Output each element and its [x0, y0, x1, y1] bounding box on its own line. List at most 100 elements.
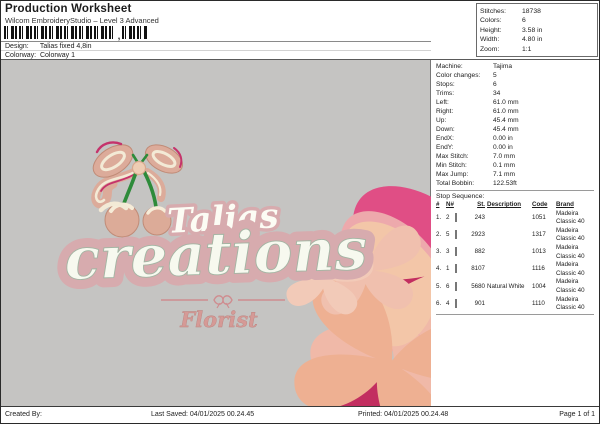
stop-row-swatch-cell [455, 214, 466, 223]
stats-row: Height:3.58 in [480, 27, 594, 34]
machine-row-label: Left: [436, 98, 493, 107]
stop-row-code: 1051 [532, 214, 556, 223]
stop-row-num: 4. [436, 265, 446, 274]
stop-row-num: 2. [436, 231, 446, 240]
stop-row-num: 3. [436, 248, 446, 257]
stats-row-value: 3.58 in [522, 27, 542, 34]
machine-row: Machine:Tajima [436, 62, 599, 71]
stop-row-swatch-cell [455, 283, 466, 292]
panel-divider-line [436, 190, 594, 191]
machine-row: EndX:0.00 in [436, 134, 599, 143]
machine-row: EndY:0.00 in [436, 143, 599, 152]
stats-row-value: 18738 [522, 8, 541, 15]
stop-col-header: St. [466, 201, 487, 210]
page-footer: Created By: Last Saved: 04/01/2025 00.24… [1, 406, 599, 423]
machine-row-label: Stops: [436, 80, 493, 89]
machine-row: Down:45.4 mm [436, 125, 599, 134]
machine-row-value: 122.53ft [493, 179, 517, 188]
machine-row-label: Total Bobbin: [436, 179, 493, 188]
machine-row-label: EndX: [436, 134, 493, 143]
stop-row-stitches: 8107 [466, 265, 487, 274]
stop-sequence-title: Stop Sequence: [436, 192, 599, 201]
machine-row: Up:45.4 mm [436, 116, 599, 125]
stop-col-header: # [436, 201, 446, 210]
machine-row-value: 7.1 mm [493, 170, 515, 179]
design-value: Talias fixed 4,8in [40, 43, 92, 50]
design-name-row: Design: Talias fixed 4,8in [5, 43, 92, 50]
machine-row-value: Tajima [493, 62, 512, 71]
stats-row-value: 1:1 [522, 46, 531, 53]
machine-row-label: EndY: [436, 143, 493, 152]
stats-row: Width:4.80 in [480, 36, 594, 43]
machine-row-value: 61.0 mm [493, 98, 519, 107]
stop-row-stitches: 901 [466, 300, 487, 309]
stats-row: Stitches:18738 [480, 8, 594, 15]
machine-row-value: 45.4 mm [493, 116, 519, 125]
stop-row-num: 1. [436, 214, 446, 223]
machine-row: Stops:6 [436, 80, 599, 89]
stop-row-needle: 4 [446, 300, 455, 309]
thread-color-swatch [455, 282, 457, 291]
thread-color-swatch [455, 247, 457, 256]
stop-row-brand: Madeira Classic 40 [556, 296, 597, 313]
stop-row-swatch-cell [455, 265, 466, 274]
barcode-bars-right [122, 26, 148, 39]
stop-row-stitches: 5680 [466, 283, 487, 292]
stop-row-brand: Madeira Classic 40 [556, 227, 597, 244]
stats-row-label: Width: [480, 36, 522, 43]
stats-row-label: Zoom: [480, 46, 522, 53]
stop-row-stitches: 882 [466, 248, 487, 257]
stop-row-swatch-cell [455, 248, 466, 257]
stats-row: Zoom:1:1 [480, 46, 594, 53]
thread-color-swatch [455, 264, 457, 273]
stats-row: Colors:6 [480, 17, 594, 24]
machine-row: Color changes:5 [436, 71, 599, 80]
stop-row-needle: 6 [446, 283, 455, 292]
main-region: Talias creations creations Florist Machi… [1, 59, 599, 407]
stitch-preview-canvas: Talias creations creations Florist [1, 60, 431, 407]
machine-row: Min Stitch:0.1 mm [436, 161, 599, 170]
design-text-creations: creations [63, 215, 368, 294]
machine-info-list: Machine:TajimaColor changes:5Stops:6Trim… [436, 62, 599, 188]
stop-sequence-table: #N#St.DescriptionCodeBrand1.22431051Made… [436, 201, 597, 313]
machine-row-label: Max Stitch: [436, 152, 493, 161]
stop-row-description: Natural White [487, 283, 532, 292]
barcode-bars-left [4, 26, 116, 39]
design-label: Design: [5, 43, 38, 50]
embroidery-design-preview: Talias creations creations Florist [1, 60, 431, 410]
machine-row-label: Color changes: [436, 71, 493, 80]
stop-row-brand: Madeira Classic 40 [556, 244, 597, 261]
colorway-value: Colorway 1 [40, 52, 75, 59]
thread-color-swatch [455, 299, 457, 308]
created-by-label: Created By: [5, 411, 42, 418]
machine-row-label: Trims: [436, 89, 493, 98]
stop-row-swatch-cell [455, 300, 466, 309]
stop-row-needle: 5 [446, 231, 455, 240]
machine-row-value: 45.4 mm [493, 125, 519, 134]
stats-row-label: Stitches: [480, 8, 522, 15]
thread-color-swatch [455, 230, 457, 239]
machine-row-value: 0.00 in [493, 143, 513, 152]
stop-row-needle: 2 [446, 214, 455, 223]
stop-row-code: 1110 [532, 300, 556, 309]
stop-col-header: Brand [556, 201, 597, 210]
design-stats-box: Stitches:18738Colors:6Height:3.58 inWidt… [476, 3, 598, 57]
machine-row: Total Bobbin:122.53ft [436, 179, 599, 188]
stop-row-swatch-cell [455, 231, 466, 240]
machine-row-value: 7.0 mm [493, 152, 515, 161]
stats-row-label: Height: [480, 27, 522, 34]
last-saved-label: Last Saved: 04/01/2025 00.24.45 [151, 411, 254, 418]
colorway-label: Colorway: [5, 52, 38, 59]
machine-row-label: Min Stitch: [436, 161, 493, 170]
machine-row-value: 0.00 in [493, 134, 513, 143]
stats-row-label: Colors: [480, 17, 522, 24]
stop-row-needle: 3 [446, 248, 455, 257]
machine-row-value: 34 [493, 89, 500, 98]
stop-col-header: Code [532, 201, 556, 210]
machine-row: Max Jump:7.1 mm [436, 170, 599, 179]
machine-row-value: 5 [493, 71, 497, 80]
stop-row-code: 1317 [532, 231, 556, 240]
machine-row-label: Right: [436, 107, 493, 116]
machine-row: Trims:34 [436, 89, 599, 98]
stop-col-header: Description [487, 201, 532, 210]
